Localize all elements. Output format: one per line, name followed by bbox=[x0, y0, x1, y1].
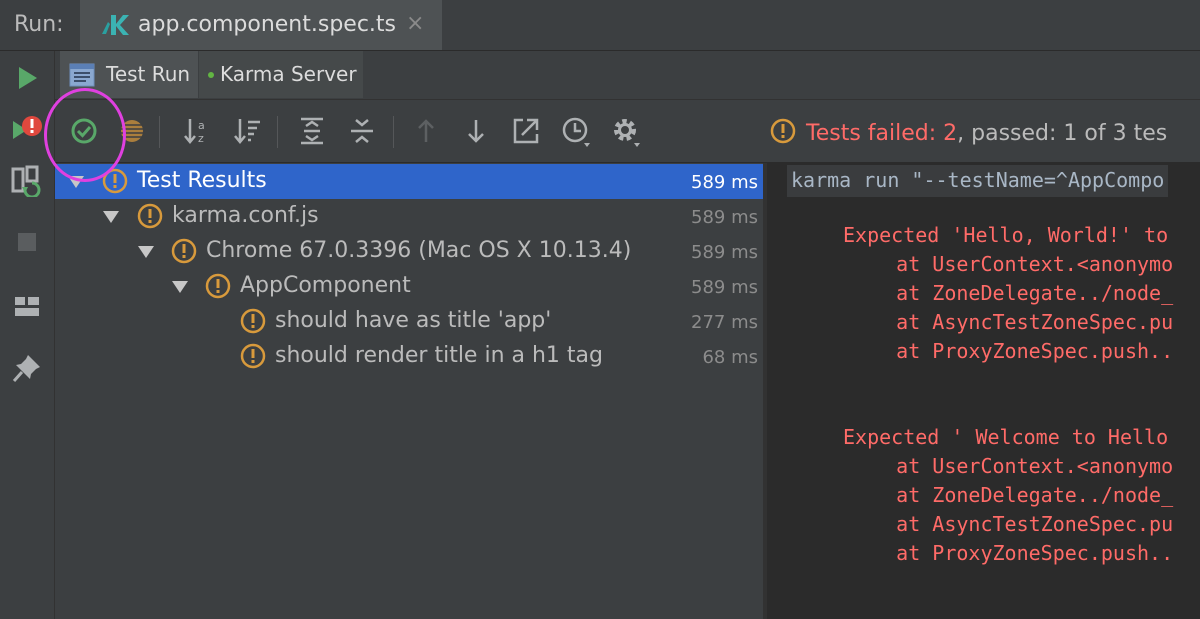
green-dot-icon bbox=[208, 72, 214, 78]
tree-row-name: karma.conf.js bbox=[172, 203, 319, 228]
tree-row[interactable]: should render title in a h1 tag 68 ms bbox=[55, 339, 763, 374]
warning-icon bbox=[205, 273, 231, 303]
tree-row-name: should render title in a h1 tag bbox=[275, 343, 603, 368]
tree-row[interactable]: karma.conf.js 589 ms bbox=[55, 199, 763, 234]
export-icon[interactable] bbox=[509, 114, 543, 148]
history-icon[interactable] bbox=[559, 114, 593, 148]
svg-text:z: z bbox=[198, 132, 204, 145]
console-line: at UserContext.<anonymo bbox=[848, 454, 1174, 478]
karma-icon bbox=[100, 12, 130, 42]
next-failed-icon[interactable] bbox=[459, 114, 493, 148]
tree-row[interactable]: Test Results 589 ms bbox=[55, 164, 763, 199]
warning-icon bbox=[240, 308, 266, 338]
run-tab-title: app.component.spec.ts bbox=[138, 12, 396, 37]
warning-icon bbox=[770, 118, 796, 150]
layout-icon[interactable] bbox=[10, 289, 44, 323]
console-line: at ZoneDelegate../node_ bbox=[848, 483, 1174, 507]
console-line: at ZoneDelegate../node_ bbox=[848, 281, 1174, 305]
run-label: Run: bbox=[14, 12, 64, 37]
console-command: karma run "--testName=^AppCompo bbox=[787, 165, 1169, 197]
tab-test-run-label: Test Run bbox=[106, 62, 191, 86]
expand-toggle-icon[interactable] bbox=[103, 211, 119, 223]
run-config-tab[interactable]: app.component.spec.ts × bbox=[80, 0, 442, 50]
tree-row-name: should have as title 'app' bbox=[275, 308, 552, 333]
console-line: at AsyncTestZoneSpec.pu bbox=[848, 512, 1174, 536]
pin-icon[interactable] bbox=[10, 351, 44, 385]
expand-toggle-icon[interactable] bbox=[172, 281, 188, 293]
expand-all-icon[interactable] bbox=[295, 114, 329, 148]
tree-row-duration: 589 ms bbox=[691, 172, 758, 193]
expand-toggle-icon[interactable] bbox=[138, 246, 154, 258]
test-results-tree[interactable]: Test Results 589 ms karma.conf.js 589 ms Chr… bbox=[55, 163, 763, 619]
run-toolwindow-header: Run: app.component.spec.ts × bbox=[0, 0, 1200, 51]
collapse-all-icon[interactable] bbox=[345, 114, 379, 148]
console-line: at UserContext.<anonymo bbox=[848, 252, 1174, 276]
warning-icon bbox=[240, 343, 266, 373]
tree-row-name: Test Results bbox=[137, 168, 267, 193]
console-line: at ProxyZoneSpec.push.. bbox=[848, 339, 1174, 363]
console-line: Expected ' Welcome to Hello bbox=[843, 425, 1169, 449]
tree-row-duration: 68 ms bbox=[702, 347, 758, 368]
run-icon[interactable] bbox=[10, 61, 44, 95]
tree-row-name: AppComponent bbox=[240, 273, 411, 298]
rerun-failed-icon[interactable] bbox=[10, 113, 44, 147]
tree-row[interactable]: Chrome 67.0.3396 (Mac OS X 10.13.4) 589 m… bbox=[55, 234, 763, 269]
test-toolbar: a z Tests failed: 2, passed: 1 of 3 tes bbox=[55, 100, 1200, 163]
summary-failed: Tests failed: 2 bbox=[806, 121, 958, 146]
warning-icon bbox=[137, 203, 163, 233]
tree-row-duration: 589 ms bbox=[691, 207, 758, 228]
console-line: Expected 'Hello, World!' to bbox=[843, 223, 1169, 247]
tree-row-name: Chrome 67.0.3396 (Mac OS X 10.13.4) bbox=[206, 238, 632, 263]
svg-text:a: a bbox=[198, 119, 205, 132]
warning-icon bbox=[171, 238, 197, 268]
sort-alpha-icon[interactable]: a z bbox=[181, 114, 215, 148]
tree-row-duration: 277 ms bbox=[691, 312, 758, 333]
console-line: at ProxyZoneSpec.push.. bbox=[848, 541, 1174, 565]
console-line: at AsyncTestZoneSpec.pu bbox=[848, 310, 1174, 334]
sort-duration-icon[interactable] bbox=[231, 114, 265, 148]
tab-karma-server[interactable]: Karma Server bbox=[199, 51, 363, 98]
highlight-annotation bbox=[44, 88, 126, 182]
close-icon[interactable]: × bbox=[406, 13, 424, 35]
run-subtabs: Test Run Karma Server bbox=[55, 51, 1200, 100]
toggle-autotest-icon[interactable] bbox=[10, 163, 44, 199]
console-output[interactable]: karma run "--testName=^AppCompo Expected… bbox=[767, 163, 1200, 619]
tree-row[interactable]: should have as title 'app' 277 ms bbox=[55, 304, 763, 339]
test-summary: Tests failed: 2, passed: 1 of 3 tes bbox=[770, 118, 1167, 150]
tree-row-duration: 589 ms bbox=[691, 242, 758, 263]
stop-icon[interactable] bbox=[10, 225, 44, 259]
settings-icon[interactable] bbox=[609, 114, 643, 148]
tree-row-duration: 589 ms bbox=[691, 277, 758, 298]
tab-karma-server-label: Karma Server bbox=[220, 62, 357, 86]
tree-row[interactable]: AppComponent 589 ms bbox=[55, 269, 763, 304]
prev-failed-icon[interactable] bbox=[409, 114, 443, 148]
summary-passed: , passed: 1 of 3 tes bbox=[957, 121, 1168, 146]
